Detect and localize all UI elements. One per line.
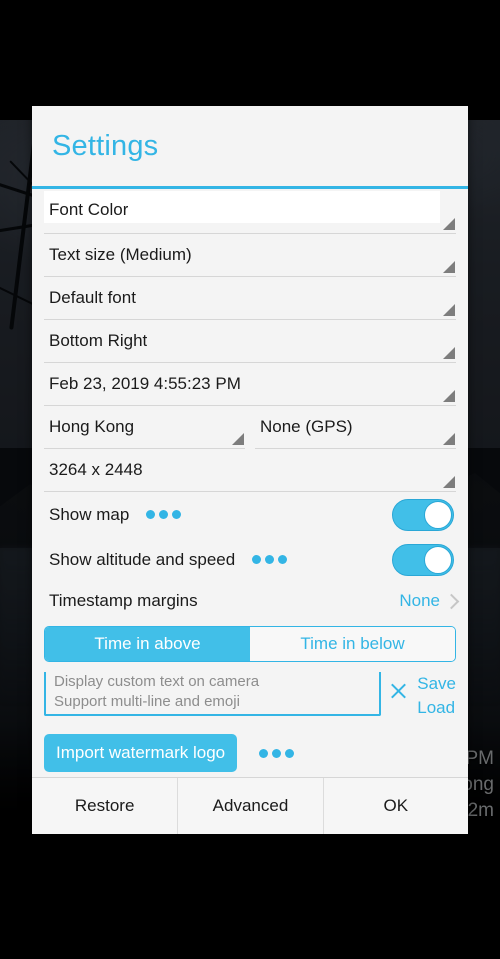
tab-time-in-above[interactable]: Time in above: [45, 627, 250, 661]
spinner-text-size[interactable]: Text size (Medium): [44, 234, 456, 277]
import-logo-row: Import watermark logo: [44, 734, 456, 772]
custom-text-input[interactable]: Display custom text on camera Support mu…: [44, 672, 382, 716]
dropdown-triangle-icon: [232, 433, 244, 445]
more-options-dots-icon[interactable]: [146, 510, 182, 519]
dropdown-triangle-icon: [443, 347, 455, 359]
custom-text-hint-line-2: Support multi-line and emoji: [54, 693, 240, 710]
spinner-font-color[interactable]: Font Color: [44, 191, 456, 234]
dialog-header: Settings: [32, 106, 468, 186]
spinner-location[interactable]: Hong Kong: [44, 406, 245, 449]
import-watermark-logo-button[interactable]: Import watermark logo: [44, 734, 238, 772]
spinner-label: Hong Kong: [49, 417, 135, 436]
toggle-knob: [424, 500, 452, 529]
spinner-font-family[interactable]: Default font: [44, 277, 456, 320]
dropdown-triangle-icon: [443, 218, 455, 230]
more-options-dots-icon[interactable]: [259, 748, 295, 758]
spinner-label: Bottom Right: [49, 331, 148, 350]
page-title: Settings: [52, 129, 159, 162]
custom-text-block: Display custom text on camera Support mu…: [44, 672, 456, 720]
close-icon[interactable]: [381, 674, 415, 708]
row-show-map[interactable]: Show map: [44, 492, 456, 537]
dropdown-triangle-icon: [443, 261, 455, 273]
toggle-knob: [424, 545, 452, 574]
restore-button[interactable]: Restore: [32, 778, 178, 834]
save-button[interactable]: Save: [417, 672, 456, 696]
spinner-label: Default font: [49, 288, 136, 307]
row-show-altitude-speed[interactable]: Show altitude and speed: [44, 537, 456, 582]
custom-text-hint-line-1: Display custom text on camera: [54, 673, 260, 690]
switch-label: Show altitude and speed: [49, 549, 236, 569]
dropdown-triangle-icon: [443, 390, 455, 402]
segmented-time-position: Time in above Time in below: [44, 626, 456, 662]
ok-button[interactable]: OK: [322, 778, 468, 834]
row-value-group: None: [399, 591, 456, 611]
toggle-show-map[interactable]: [392, 498, 454, 531]
dropdown-triangle-icon: [443, 433, 455, 445]
phone-screen: PM ong 2m Settings Font Color Text size …: [0, 0, 500, 959]
dropdown-triangle-icon: [443, 304, 455, 316]
custom-text-actions: Save Load: [417, 672, 456, 720]
spinner-label: Feb 23, 2019 4:55:23 PM: [49, 374, 241, 393]
switch-label: Show map: [49, 504, 130, 524]
spinner-label: Text size (Medium): [49, 245, 192, 264]
spinner-gps-source[interactable]: None (GPS): [255, 406, 456, 449]
spinner-stamp-position[interactable]: Bottom Right: [44, 320, 456, 363]
dialog-body: Font Color Text size (Medium) Default fo…: [32, 189, 468, 777]
advanced-button[interactable]: Advanced: [177, 778, 323, 834]
spinner-label: None (GPS): [260, 417, 353, 436]
chevron-right-icon: [446, 593, 456, 610]
settings-dialog: Settings Font Color Text size (Medium) D…: [32, 106, 468, 834]
row-timestamp-margins[interactable]: Timestamp margins None: [44, 582, 456, 620]
dialog-footer: Restore Advanced OK: [32, 777, 468, 834]
timestamp-margins-value: None: [399, 591, 440, 610]
row-label: Timestamp margins: [49, 591, 198, 610]
spinner-label: 3264 x 2448: [49, 460, 143, 479]
dropdown-triangle-icon: [443, 476, 455, 488]
spinner-date-format[interactable]: Feb 23, 2019 4:55:23 PM: [44, 363, 456, 406]
tab-time-in-below[interactable]: Time in below: [250, 627, 455, 661]
spinner-resolution[interactable]: 3264 x 2448: [44, 449, 456, 492]
spinner-label: Font Color: [49, 199, 129, 219]
toggle-show-altitude-speed[interactable]: [392, 543, 454, 576]
spinner-pair-location: Hong Kong None (GPS): [44, 406, 456, 449]
more-options-dots-icon[interactable]: [252, 555, 288, 564]
load-button[interactable]: Load: [417, 696, 455, 720]
